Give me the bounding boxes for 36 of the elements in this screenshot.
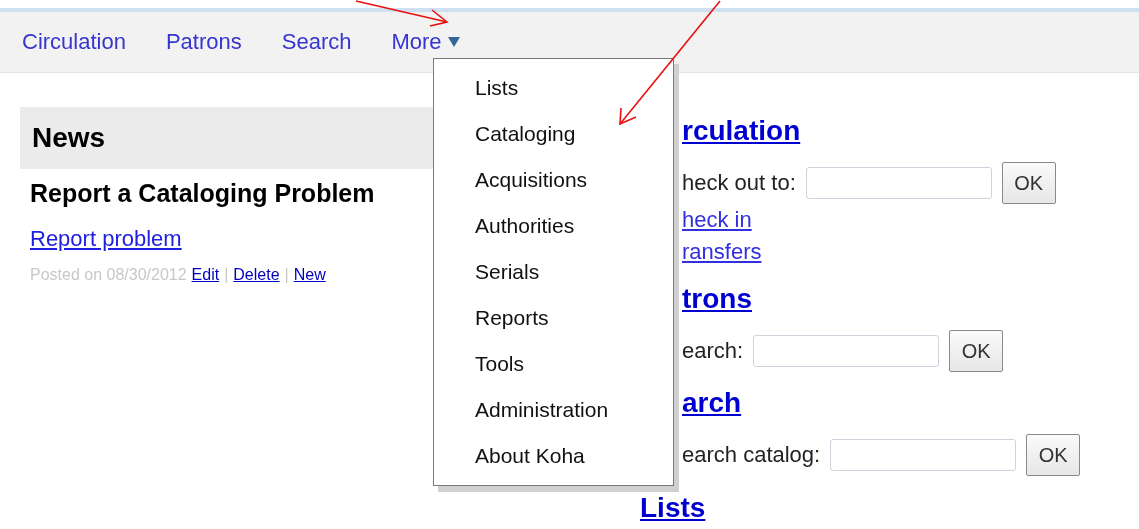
nav-link[interactable]: Search — [281, 29, 352, 55]
news-heading: Report a Cataloging Problem — [30, 179, 376, 208]
separator: | — [224, 266, 229, 284]
nav-link[interactable]: Patrons — [165, 29, 242, 55]
text-field[interactable] — [830, 439, 1017, 471]
action-link[interactable]: Delete — [233, 266, 280, 284]
menu-item[interactable]: Tools — [434, 341, 673, 387]
ok-button[interactable]: OK — [949, 330, 1004, 372]
section-heading[interactable]: trons — [682, 282, 752, 316]
menu-item[interactable]: Cataloging — [434, 111, 673, 157]
news-link[interactable]: Report problem — [30, 226, 182, 252]
section-link[interactable]: heck in — [682, 204, 752, 236]
field-label: heck out to: — [682, 170, 796, 196]
action-link[interactable]: New — [293, 266, 326, 284]
menu-item[interactable]: Serials — [434, 249, 673, 295]
section-heading[interactable]: Lists — [640, 491, 706, 525]
nav-link[interactable]: Circulation — [22, 29, 126, 55]
action-link[interactable]: Edit — [191, 266, 220, 284]
menu-item[interactable]: Acquisitions — [434, 157, 673, 203]
separator: | — [284, 266, 289, 284]
section-heading[interactable]: arch — [682, 386, 742, 420]
text-field[interactable] — [753, 335, 940, 367]
field-label: earch catalog: — [682, 442, 821, 468]
ok-button[interactable]: OK — [1001, 162, 1056, 204]
menu-item[interactable]: Reports — [434, 295, 673, 341]
nav-dropdown[interactable]: More — [391, 29, 460, 55]
text-field[interactable] — [805, 167, 992, 199]
menu-item[interactable]: Lists — [434, 65, 673, 111]
panel-title: News — [32, 122, 106, 154]
menu-item[interactable]: About Koha — [434, 433, 673, 479]
field-label: earch: — [682, 338, 744, 364]
section-heading[interactable]: rculation — [682, 114, 801, 148]
ok-button[interactable]: OK — [1026, 434, 1081, 476]
menu-item[interactable]: Authorities — [434, 203, 673, 249]
menu-item[interactable]: Administration — [434, 387, 673, 433]
section-link[interactable]: ransfers — [682, 236, 762, 268]
